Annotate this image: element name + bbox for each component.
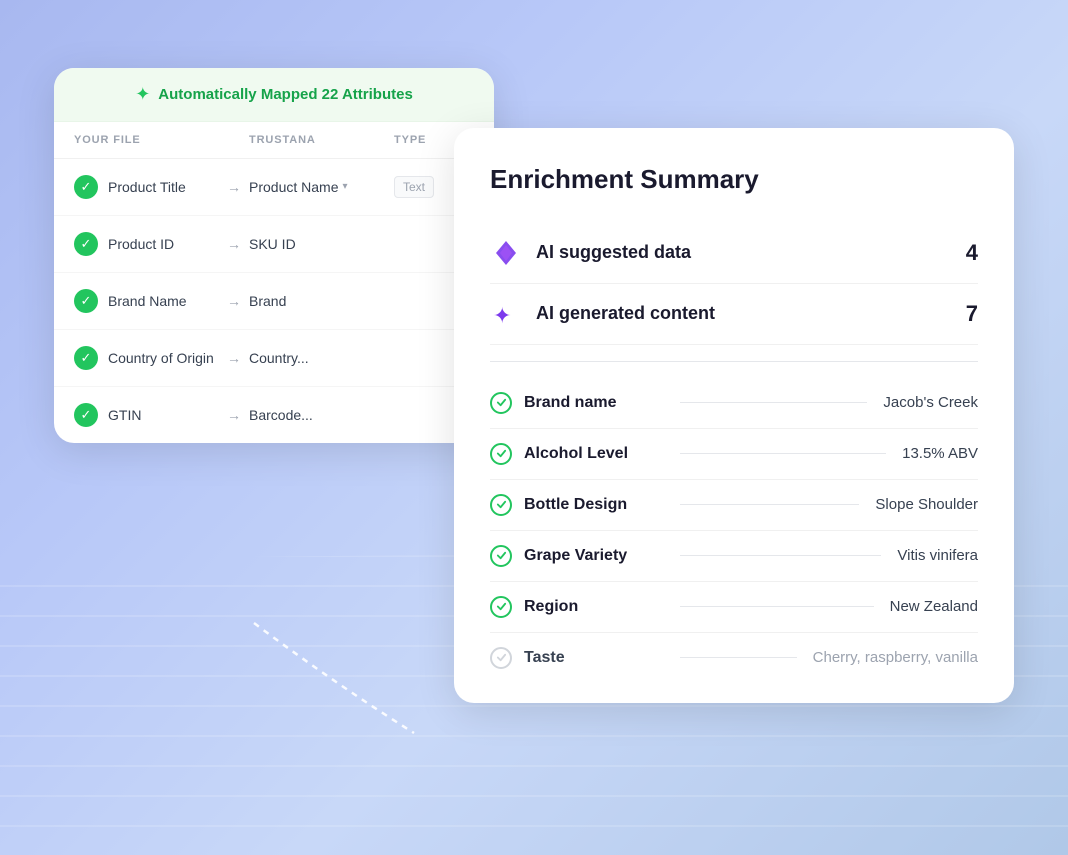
attribute-row-alcohol: Alcohol Level 13.5% ABV [490, 429, 978, 480]
ai-suggested-label: AI suggested data [536, 242, 952, 263]
attr-line [680, 555, 881, 556]
ai-generated-label: AI generated content [536, 303, 952, 324]
trustana-field-sku-id: SKU ID [249, 236, 394, 252]
attribute-value: Vitis vinifera [897, 547, 978, 564]
trustana-field-brand: Brand [249, 293, 394, 309]
attribute-name: Bottle Design [524, 496, 664, 514]
table-row: ✓ Product Title → Product Name ▾ Text [54, 159, 494, 216]
attr-line [680, 504, 859, 505]
attribute-name: Grape Variety [524, 547, 664, 565]
chevron-down-icon: ▾ [342, 181, 347, 192]
table-row: ✓ Product ID → SKU ID [54, 216, 494, 273]
table-row: ✓ GTIN → Barcode... [54, 387, 494, 443]
col-header-your-file: YOUR FILE [74, 134, 219, 146]
type-value: Text [394, 176, 434, 198]
attr-check-icon [490, 494, 512, 516]
mapping-table: YOUR FILE TRUSTANA TYPE ✓ Product Title … [54, 122, 494, 443]
enrichment-title: Enrichment Summary [490, 164, 978, 195]
section-divider [490, 361, 978, 362]
attr-line [680, 402, 867, 403]
check-icon: ✓ [74, 289, 98, 313]
attribute-name: Taste [524, 649, 664, 667]
file-field-brand-name: ✓ Brand Name [74, 289, 219, 313]
ai-generated-row: ✦ AI generated content 7 [490, 284, 978, 345]
file-field-name: Product Title [108, 179, 186, 195]
mapping-card: ✦ Automatically Mapped 22 Attributes YOU… [54, 68, 494, 443]
trustana-field-country: Country... [249, 350, 394, 366]
file-field-name: GTIN [108, 407, 141, 423]
col-header-trustana: TRUSTANA [249, 134, 394, 146]
file-field-name: Brand Name [108, 293, 187, 309]
mapping-header: ✦ Automatically Mapped 22 Attributes [54, 68, 494, 122]
check-icon: ✓ [74, 232, 98, 256]
ai-suggested-row: AI suggested data 4 [490, 223, 978, 284]
attribute-value: Jacob's Creek [883, 394, 978, 411]
check-icon: ✓ [74, 346, 98, 370]
file-field-country: ✓ Country of Origin [74, 346, 219, 370]
attribute-name: Region [524, 598, 664, 616]
arrow-icon: → [219, 179, 249, 195]
attribute-row-bottle: Bottle Design Slope Shoulder [490, 480, 978, 531]
sparkle-icon: ✦ [135, 84, 150, 105]
enrichment-card: Enrichment Summary AI suggested data 4 ✦… [454, 128, 1014, 703]
file-field-product-id: ✓ Product ID [74, 232, 219, 256]
diamond-icon [490, 237, 522, 269]
mapping-header-text: Automatically Mapped 22 Attributes [158, 86, 413, 103]
file-field-name: Product ID [108, 236, 174, 252]
attribute-value: New Zealand [890, 598, 978, 615]
attribute-row-grape: Grape Variety Vitis vinifera [490, 531, 978, 582]
file-field-gtin: ✓ GTIN [74, 403, 219, 427]
arrow-icon: → [219, 407, 249, 423]
attribute-value: 13.5% ABV [902, 445, 978, 462]
attribute-row-region: Region New Zealand [490, 582, 978, 633]
connector-line [254, 623, 454, 748]
arrow-icon: → [219, 350, 249, 366]
trustana-field-barcode: Barcode... [249, 407, 394, 423]
attr-line [680, 453, 886, 454]
attr-check-icon [490, 596, 512, 618]
trustana-field-label: SKU ID [249, 236, 296, 252]
attribute-value-faded: Cherry, raspberry, vanilla [813, 649, 978, 666]
arrow-icon: → [219, 236, 249, 252]
attr-line [680, 606, 874, 607]
attribute-row-taste: Taste Cherry, raspberry, vanilla [490, 633, 978, 683]
table-header-row: YOUR FILE TRUSTANA TYPE [54, 122, 494, 159]
attribute-row-brand: Brand name Jacob's Creek [490, 378, 978, 429]
attr-check-icon [490, 392, 512, 414]
sparkle-stars-icon: ✦ [490, 298, 522, 330]
attribute-name: Alcohol Level [524, 445, 664, 463]
table-row: ✓ Country of Origin → Country... [54, 330, 494, 387]
file-field-product-title: ✓ Product Title [74, 175, 219, 199]
svg-text:✦: ✦ [493, 303, 511, 327]
check-icon: ✓ [74, 403, 98, 427]
ai-suggested-count: 4 [966, 240, 978, 266]
ai-generated-count: 7 [966, 301, 978, 327]
attr-line [680, 657, 797, 658]
check-icon: ✓ [74, 175, 98, 199]
trustana-field-label: Barcode... [249, 407, 313, 423]
trustana-field-label: Product Name [249, 179, 338, 195]
attr-check-icon [490, 545, 512, 567]
trustana-field-label: Country... [249, 350, 309, 366]
attr-check-faded-icon [490, 647, 512, 669]
table-row: ✓ Brand Name → Brand [54, 273, 494, 330]
attribute-name: Brand name [524, 394, 664, 412]
attribute-value: Slope Shoulder [875, 496, 978, 513]
trustana-field-product-name[interactable]: Product Name ▾ [249, 179, 394, 195]
attr-check-icon [490, 443, 512, 465]
trustana-field-label: Brand [249, 293, 286, 309]
arrow-icon: → [219, 293, 249, 309]
file-field-name: Country of Origin [108, 350, 214, 366]
